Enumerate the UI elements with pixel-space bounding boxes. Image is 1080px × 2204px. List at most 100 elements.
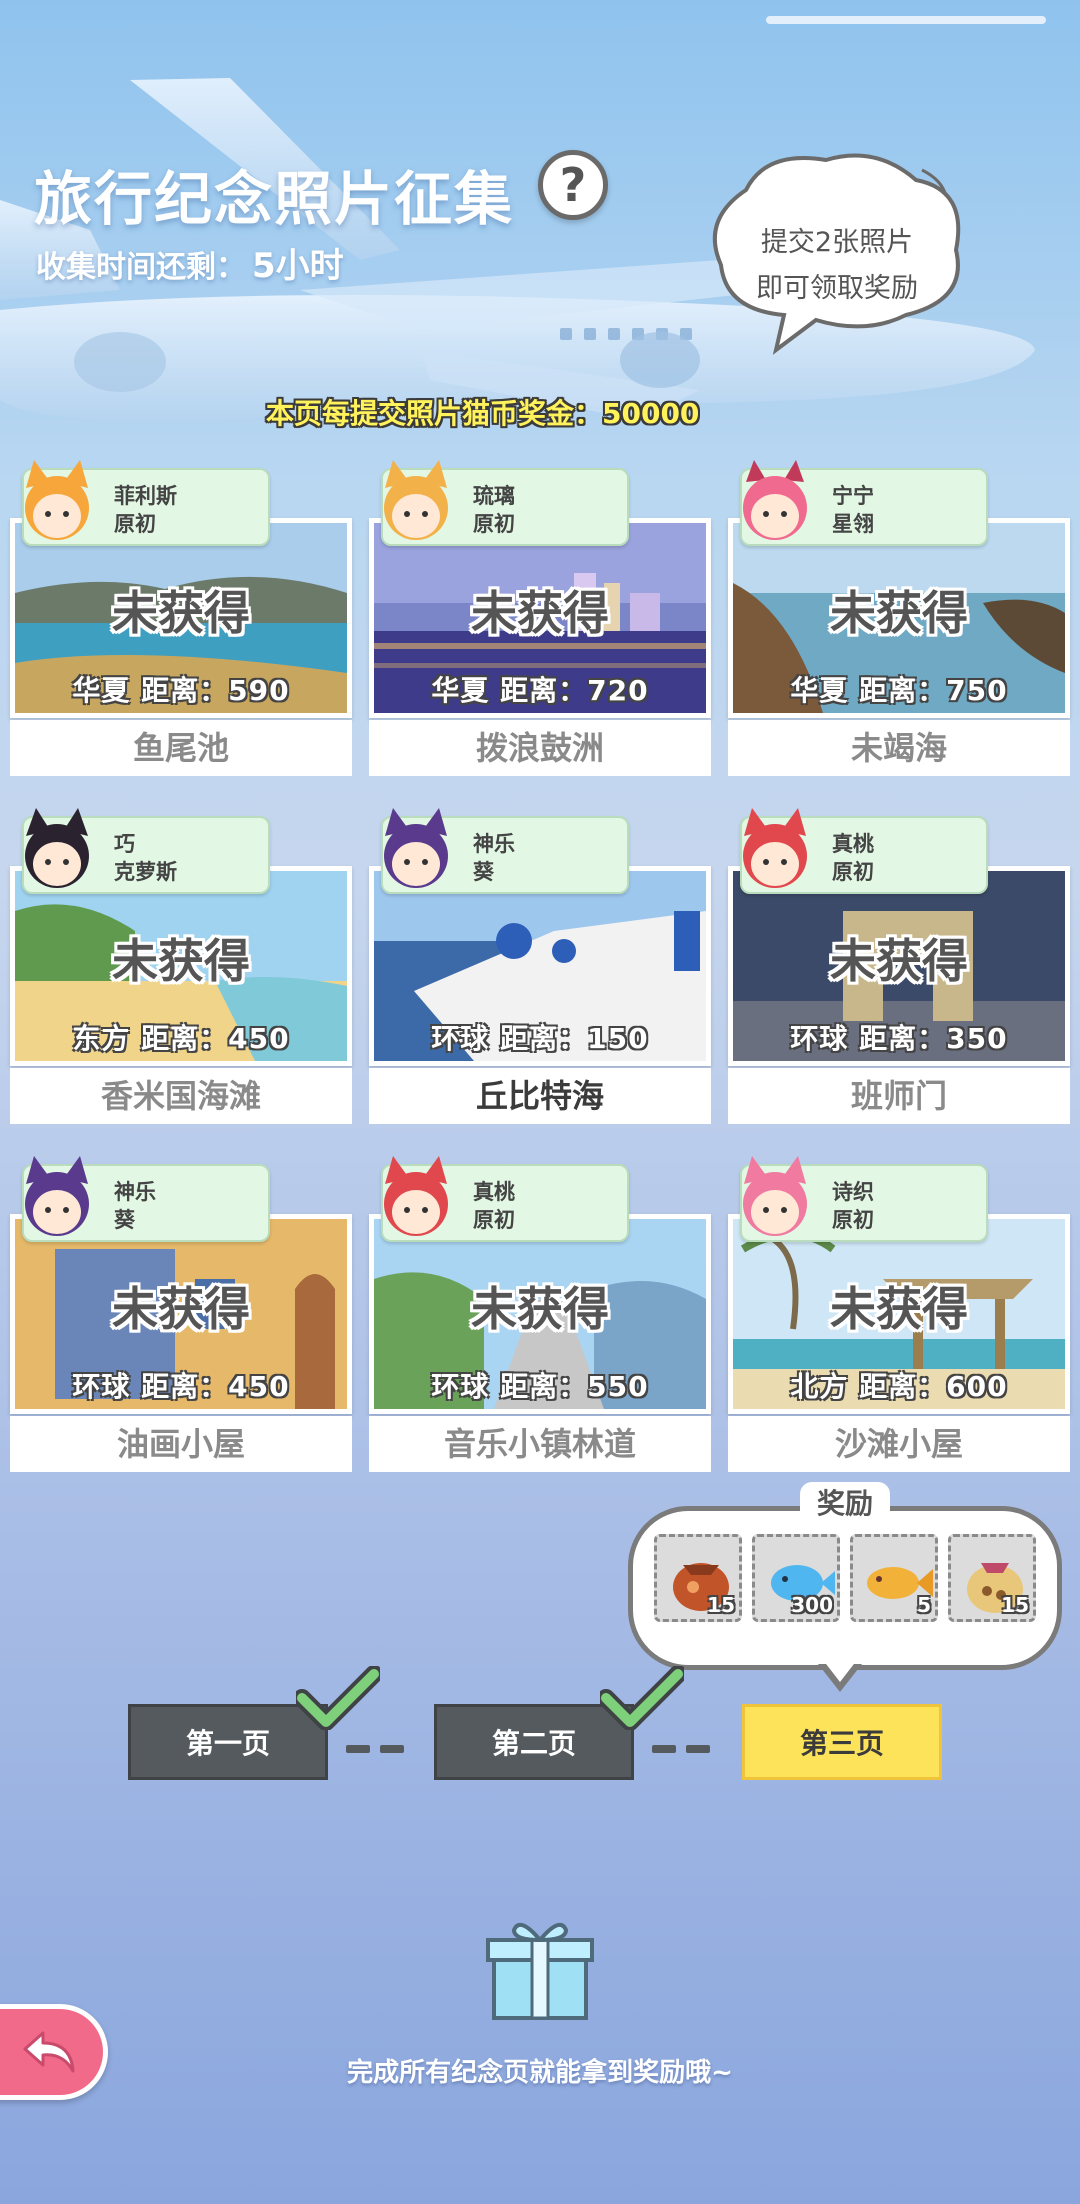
photo-frame: 未获得 东方 距离：450 [10, 866, 352, 1066]
time-remaining-label: 收集时间还剩： [36, 250, 246, 285]
character-avatar-icon [384, 460, 448, 540]
location-name: 鱼尾池 [10, 720, 352, 776]
character-avatar-icon [743, 1156, 807, 1236]
help-button[interactable]: ? [538, 150, 608, 220]
character-outfit: 原初 [473, 1208, 515, 1232]
photo-frame: 未获得 北方 距离：600 [728, 1214, 1070, 1414]
photo-card[interactable]: 未获得 北方 距离：600 沙滩小屋 诗织 原初 [728, 1156, 1070, 1472]
character-tag-text: 神乐 葵 [114, 1178, 156, 1234]
reward-item[interactable]: 15 [654, 1534, 742, 1622]
status-label: 未获得 [112, 586, 250, 640]
location-distance: 华夏 距离：590 [72, 674, 290, 707]
character-name: 菲利斯 [114, 484, 177, 508]
photo-card[interactable]: 未获得 环球 距离：450 油画小屋 神乐 葵 [10, 1156, 352, 1472]
page-title: 旅行纪念照片征集 [34, 165, 515, 233]
character-outfit: 原初 [473, 512, 515, 536]
reward-item[interactable]: 300 [752, 1534, 840, 1622]
photo-frame: 未获得 环球 距离：550 [369, 1214, 711, 1414]
page-connector [652, 1738, 732, 1753]
photo-frame: 未获得 华夏 距离：590 [10, 518, 352, 718]
status-label: 未获得 [830, 934, 968, 988]
location-distance: 环球 距离：150 [431, 1022, 649, 1055]
character-outfit: 葵 [114, 1208, 135, 1232]
status-label: 未获得 [830, 586, 968, 640]
character-outfit: 星翎 [832, 512, 874, 536]
location-distance: 环球 距离：350 [790, 1022, 1008, 1055]
character-tag-text: 琉璃 原初 [473, 482, 515, 538]
photo-card[interactable]: 未获得 环球 距离：550 音乐小镇林道 真桃 原初 [369, 1156, 711, 1472]
character-tag-text: 真桃 原初 [832, 830, 874, 886]
location-distance: 华夏 距离：720 [431, 674, 649, 707]
photo-card[interactable]: 未获得 华夏 距离：720 拨浪鼓洲 琉璃 原初 [369, 460, 711, 776]
photo-card[interactable]: 未获得 环球 距离：350 班师门 真桃 原初 [728, 808, 1070, 1124]
reward-qty: 15 [1001, 1593, 1029, 1617]
character-name: 真桃 [473, 1180, 515, 1204]
reward-item[interactable]: 15 [948, 1534, 1036, 1622]
status-label: 未获得 [471, 1282, 609, 1336]
time-remaining-value: 5小时 [252, 246, 344, 286]
reward-title: 奖励 [800, 1482, 890, 1522]
photo-frame: 未获得 华夏 距离：750 [728, 518, 1070, 718]
photo-card[interactable]: 未获得 东方 距离：450 香米国海滩 巧 克萝斯 [10, 808, 352, 1124]
character-name: 宁宁 [832, 484, 874, 508]
reward-item[interactable]: 5 [850, 1534, 938, 1622]
character-name: 神乐 [114, 1180, 156, 1204]
character-tag-text: 宁宁 星翎 [832, 482, 874, 538]
hint-line-2: 即可领取奖励 [756, 273, 918, 304]
status-bar-indicator [766, 16, 1046, 24]
location-name: 拨浪鼓洲 [369, 720, 711, 776]
character-avatar-icon [25, 1156, 89, 1236]
location-name: 油画小屋 [10, 1416, 352, 1472]
status-label: 未获得 [830, 1282, 968, 1336]
character-tag-text: 诗织 原初 [832, 1178, 874, 1234]
location-name: 音乐小镇林道 [369, 1416, 711, 1472]
character-tag-text: 真桃 原初 [473, 1178, 515, 1234]
character-avatar-icon [384, 1156, 448, 1236]
reward-qty: 5 [917, 1593, 931, 1617]
location-name: 班师门 [728, 1068, 1070, 1124]
status-label: 未获得 [112, 934, 250, 988]
status-label: 未获得 [112, 1282, 250, 1336]
character-avatar-icon [25, 460, 89, 540]
character-name: 琉璃 [473, 484, 515, 508]
character-avatar-icon [743, 460, 807, 540]
character-avatar-icon [25, 808, 89, 888]
photo-card[interactable]: 环球 距离：150 丘比特海 神乐 葵 [369, 808, 711, 1124]
character-outfit: 克萝斯 [114, 860, 177, 884]
location-name: 未竭海 [728, 720, 1070, 776]
reward-qty: 15 [707, 1593, 735, 1617]
character-outfit: 原初 [832, 860, 874, 884]
location-distance: 东方 距离：450 [72, 1022, 290, 1055]
location-name: 丘比特海 [369, 1068, 711, 1124]
photo-frame: 未获得 环球 距离：450 [10, 1214, 352, 1414]
hint-text: 提交2张照片 即可领取奖励 [706, 220, 968, 312]
character-outfit: 原初 [832, 1208, 874, 1232]
footer-hint: 完成所有纪念页就能拿到奖励哦~ [347, 2058, 733, 2088]
photo-frame: 环球 距离：150 [369, 866, 711, 1066]
check-icon [600, 1666, 684, 1730]
character-tag-text: 神乐 葵 [473, 830, 515, 886]
check-icon [296, 1666, 380, 1730]
reward-qty: 300 [791, 1593, 833, 1617]
photo-frame: 未获得 环球 距离：350 [728, 866, 1070, 1066]
bonus-banner: 本页每提交照片猫币奖金：50000 [266, 397, 700, 430]
time-remaining: 收集时间还剩： 5小时 [36, 238, 344, 287]
location-distance: 环球 距离：550 [431, 1370, 649, 1403]
back-arrow-icon [23, 2031, 75, 2073]
photo-card[interactable]: 未获得 华夏 距离：750 未竭海 宁宁 星翎 [728, 460, 1070, 776]
photo-card[interactable]: 未获得 华夏 距离：590 鱼尾池 菲利斯 原初 [10, 460, 352, 776]
reward-popup-tail-inner [823, 1660, 857, 1682]
location-name: 香米国海滩 [10, 1068, 352, 1124]
character-name: 诗织 [832, 1180, 874, 1204]
character-name: 神乐 [473, 832, 515, 856]
location-distance: 环球 距离：450 [72, 1370, 290, 1403]
page-connector [346, 1738, 426, 1753]
character-name: 真桃 [832, 832, 874, 856]
gift-box-icon[interactable] [484, 1912, 596, 2024]
page-button-3[interactable]: 第三页 [742, 1704, 942, 1780]
character-tag-text: 巧 克萝斯 [114, 830, 177, 886]
back-button[interactable] [0, 2004, 108, 2100]
character-name: 巧 [114, 832, 135, 856]
character-avatar-icon [743, 808, 807, 888]
character-outfit: 原初 [114, 512, 156, 536]
